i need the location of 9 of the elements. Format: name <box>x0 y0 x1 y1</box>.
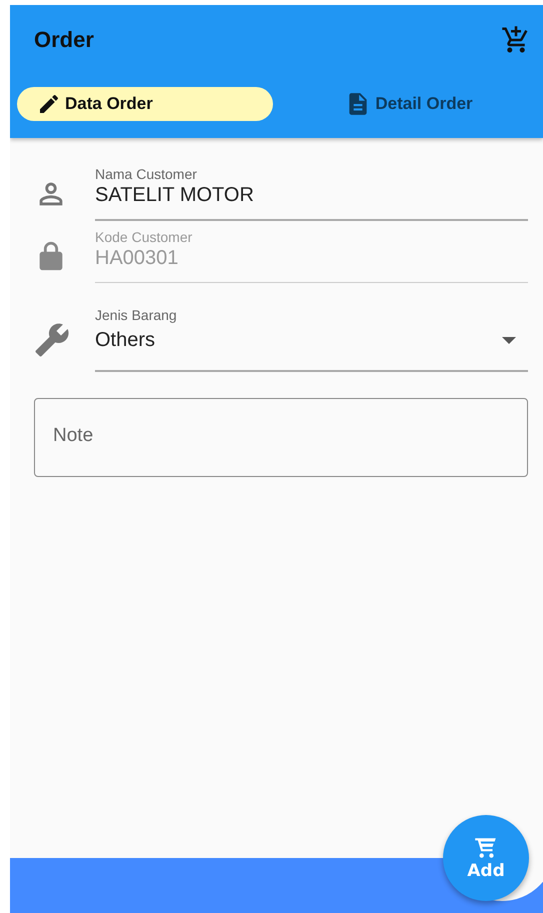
wrench-icon <box>34 322 70 358</box>
note-field[interactable]: Note <box>34 398 528 477</box>
tab[interactable]: Data Order <box>17 87 273 121</box>
app-title: Order <box>34 27 94 53</box>
tab[interactable]: Detail Order <box>281 87 537 121</box>
dropdown-caret-icon[interactable] <box>502 337 516 344</box>
input-field[interactable]: Jenis Barang Others <box>95 307 528 372</box>
pencil-icon <box>37 92 61 116</box>
input-field[interactable]: Nama Customer SATELIT MOTOR <box>95 166 528 221</box>
